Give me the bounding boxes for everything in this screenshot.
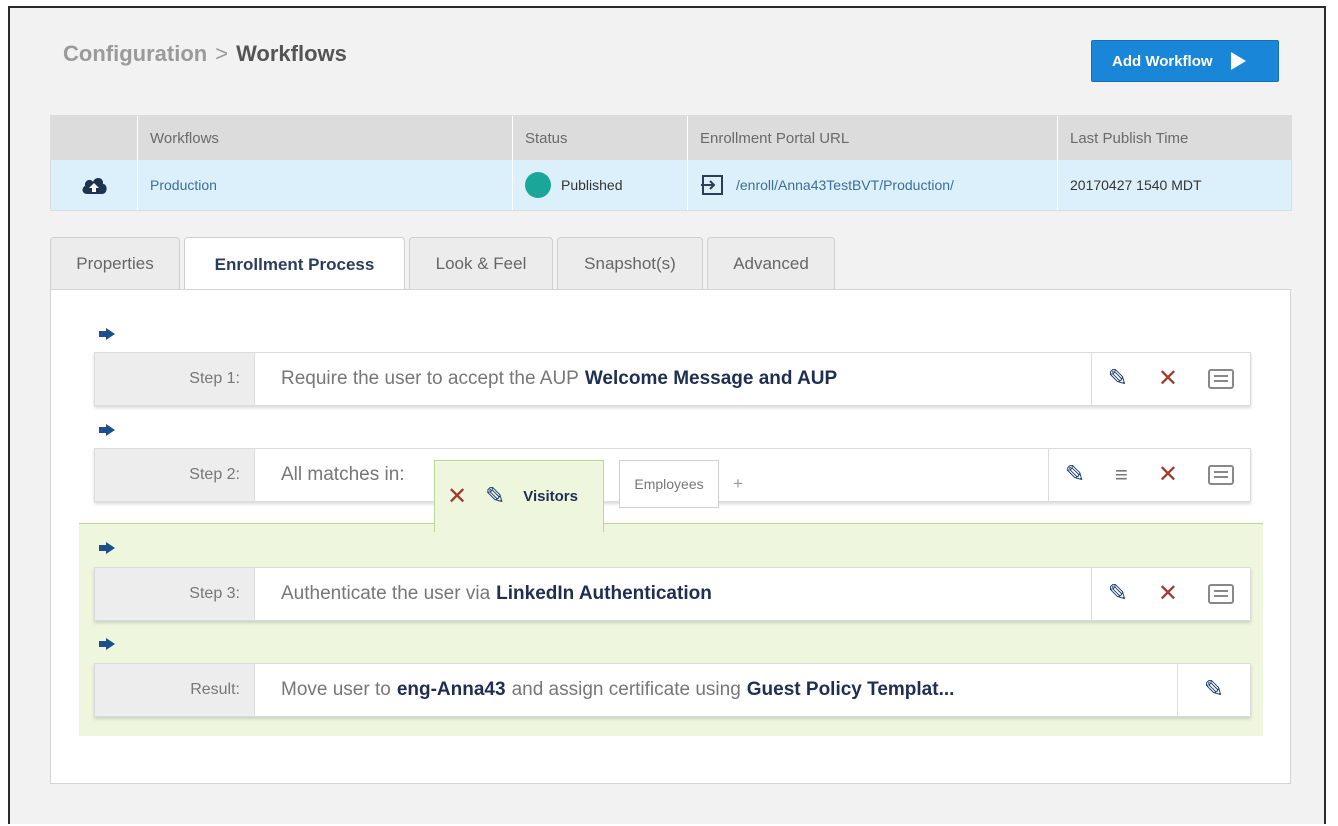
edit-group-pencil-icon[interactable]: ✎	[485, 484, 505, 509]
step-2-description: All matches in:	[281, 464, 405, 485]
notes-icon[interactable]	[1208, 584, 1234, 604]
notes-icon[interactable]	[1208, 369, 1234, 389]
status-text: Published	[561, 177, 623, 193]
result-text-before: Move user to	[281, 679, 391, 700]
add-workflow-button[interactable]: Add Workflow	[1091, 40, 1279, 82]
edit-pencil-icon[interactable]: ✎	[1065, 463, 1085, 487]
header-status: Status	[513, 116, 688, 160]
portal-url-link[interactable]: /enroll/Anna43TestBVT/Production/	[736, 177, 954, 193]
step-1-row: Step 1: Require the user to accept the A…	[94, 352, 1251, 406]
breadcrumb-separator: >	[215, 41, 229, 66]
delete-x-icon[interactable]: ✕	[1158, 367, 1178, 391]
header-publish-time: Last Publish Time	[1070, 129, 1189, 147]
step-2-label: Step 2:	[95, 449, 255, 501]
header-icon-col	[51, 116, 138, 160]
notes-icon[interactable]	[1208, 465, 1234, 485]
enrollment-process-panel: Step 1: Require the user to accept the A…	[50, 289, 1291, 784]
delete-x-icon[interactable]: ✕	[1158, 463, 1178, 487]
step-1-text: Require the user to accept the AUP Welco…	[255, 353, 1091, 405]
add-group-plus-icon[interactable]: +	[733, 474, 743, 494]
step-3-link[interactable]: LinkedIn Authentication	[496, 583, 712, 605]
table-header: Workflows Status Enrollment Portal URL L…	[51, 116, 1291, 160]
portal-url-cell[interactable]: /enroll/Anna43TestBVT/Production/	[688, 160, 1058, 210]
breadcrumb-current: Workflows	[236, 41, 347, 66]
result-text: Move user to eng-Anna43 and assign certi…	[255, 664, 1177, 716]
header-workflows: Workflows	[138, 116, 513, 160]
result-label: Result:	[95, 664, 255, 716]
edit-pencil-icon[interactable]: ✎	[1108, 582, 1128, 606]
arrow-right-icon	[99, 638, 115, 650]
workflow-name[interactable]: Production	[138, 160, 513, 210]
group-visitors-label[interactable]: Visitors	[523, 488, 578, 505]
breadcrumb-parent[interactable]: Configuration	[63, 41, 207, 66]
result-actions: ✎	[1176, 664, 1250, 716]
tab-bar: Properties Enrollment Process Look & Fee…	[50, 237, 835, 291]
group-tab-visitors[interactable]: ✕ ✎ Visitors	[434, 460, 604, 532]
header-portal-url: Enrollment Portal URL	[688, 116, 1058, 160]
portal-link-icon	[701, 175, 723, 195]
step-3-text: Authenticate the user via LinkedIn Authe…	[255, 568, 1091, 620]
table-row[interactable]: Production Published /enroll/Anna43TestB…	[51, 160, 1291, 210]
delete-group-x-icon[interactable]: ✕	[447, 484, 467, 509]
step-2-actions: ✎ ≡ ✕	[1047, 449, 1250, 501]
step-3-actions: ✎ ✕	[1090, 568, 1250, 620]
delete-x-icon[interactable]: ✕	[1158, 582, 1178, 606]
play-icon	[1230, 52, 1246, 70]
breadcrumb: Configuration > Workflows	[63, 41, 347, 67]
tab-look-and-feel[interactable]: Look & Feel	[409, 237, 553, 289]
arrow-right-icon	[99, 542, 115, 554]
arrow-right-icon	[99, 328, 115, 340]
step-1-link[interactable]: Welcome Message and AUP	[585, 368, 837, 390]
group-tab-employees[interactable]: Employees	[619, 460, 719, 508]
edit-pencil-icon[interactable]: ✎	[1108, 367, 1128, 391]
publish-time: 20170427 1540 MDT	[1070, 177, 1202, 193]
result-template-link[interactable]: Guest Policy Templat...	[747, 679, 955, 701]
tab-properties[interactable]: Properties	[50, 237, 180, 289]
workflow-table: Workflows Status Enrollment Portal URL L…	[50, 115, 1292, 211]
step-3-label: Step 3:	[95, 568, 255, 620]
tab-snapshots[interactable]: Snapshot(s)	[557, 237, 703, 289]
status-dot-icon	[525, 172, 551, 198]
result-text-mid: and assign certificate using	[511, 679, 741, 700]
status-cell: Published	[513, 160, 688, 210]
reorder-lines-icon[interactable]: ≡	[1115, 464, 1128, 486]
tab-enrollment-process[interactable]: Enrollment Process	[184, 237, 405, 291]
step-3-row: Step 3: Authenticate the user via Linked…	[94, 567, 1251, 621]
step-1-description: Require the user to accept the AUP	[281, 368, 579, 389]
arrow-right-icon	[99, 424, 115, 436]
add-workflow-label: Add Workflow	[1112, 52, 1213, 70]
result-row: Result: Move user to eng-Anna43 and assi…	[94, 663, 1251, 717]
step-1-actions: ✎ ✕	[1090, 353, 1250, 405]
edit-pencil-icon[interactable]: ✎	[1204, 678, 1224, 702]
app-frame: Configuration > Workflows Add Workflow Wor…	[8, 6, 1326, 824]
result-group-link[interactable]: eng-Anna43	[397, 679, 506, 701]
tab-advanced[interactable]: Advanced	[707, 237, 835, 289]
step-1-label: Step 1:	[95, 353, 255, 405]
step-3-description: Authenticate the user via	[281, 583, 491, 604]
cloud-upload-icon[interactable]	[51, 160, 138, 210]
